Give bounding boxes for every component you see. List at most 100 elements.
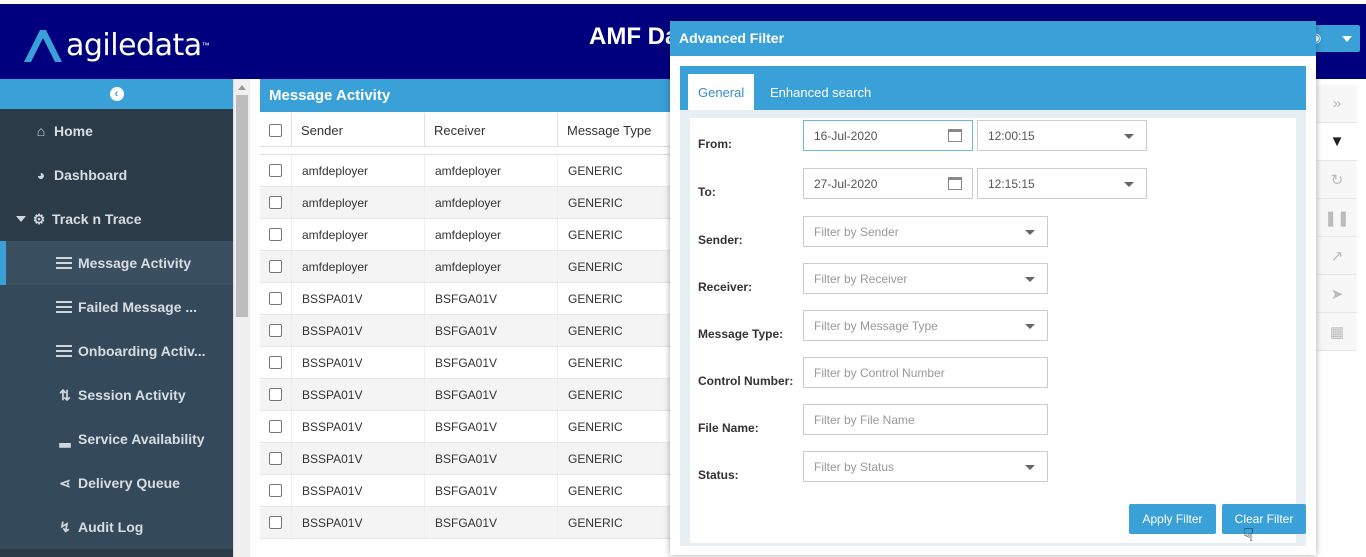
chevron-down-icon [1124,134,1134,139]
row-checkbox[interactable] [269,164,282,177]
apply-filter-button[interactable]: Apply Filter [1129,504,1216,534]
sender-placeholder: Filter by Sender [814,225,899,239]
row-select-cell [260,443,292,474]
hand-cursor-icon: ☟ [1243,525,1254,545]
row-checkbox[interactable] [269,260,282,273]
file-button[interactable]: ▦ [1317,313,1357,351]
table-row[interactable]: BSSPA01V BSFGA01V GENERIC [260,315,690,347]
expand-button[interactable]: » [1317,85,1357,123]
sidebar-item-failed-message[interactable]: Failed Message ... [0,285,233,329]
select-all-checkbox[interactable] [269,123,282,137]
tab-enhanced-search[interactable]: Enhanced search [760,74,881,110]
table-row[interactable]: BSSPA01V BSFGA01V GENERIC [260,283,690,315]
table-row[interactable]: amfdeployer amfdeployer GENERIC [260,251,690,283]
receiver-cell: BSFGA01V [425,411,558,442]
column-header-receiver[interactable]: Receiver [425,113,558,147]
chevron-left-icon: ‹ [109,87,124,101]
to-label: To: [698,185,716,199]
sidebar-item-dashboard[interactable]: ◕ Dashboard [0,153,233,197]
table-row[interactable]: BSSPA01V BSFGA01V GENERIC [260,443,690,475]
scroll-up-icon[interactable] [238,85,246,90]
export-icon: ↗ [1330,247,1344,265]
refresh-button[interactable]: ↻ [1317,161,1357,199]
sender-cell: amfdeployer [292,251,425,282]
sender-cell: amfdeployer [292,219,425,250]
chevron-down-icon [1342,36,1352,42]
row-select-cell [260,155,292,186]
message-type-select[interactable]: Filter by Message Type [803,310,1048,341]
row-select-cell [260,315,292,346]
list-icon [56,301,72,313]
file-name-input[interactable]: Filter by File Name [803,404,1048,435]
panel-title: Message Activity [260,79,690,112]
receiver-select[interactable]: Filter by Receiver [803,263,1048,294]
row-checkbox[interactable] [269,324,282,337]
row-select-cell [260,411,292,442]
sender-cell: BSSPA01V [292,347,425,378]
row-checkbox[interactable] [269,228,282,241]
row-checkbox[interactable] [269,356,282,369]
file-name-placeholder: Filter by File Name [814,413,915,427]
table-row[interactable]: BSSPA01V BSFGA01V GENERIC [260,379,690,411]
control-number-placeholder: Filter by Control Number [814,366,945,380]
agiledata-logo[interactable]: agiledata ™ [22,24,210,66]
table-row[interactable]: BSSPA01V BSFGA01V GENERIC [260,347,690,379]
control-number-input[interactable]: Filter by Control Number [803,357,1048,388]
main-scrollbar[interactable] [233,79,250,557]
receiver-cell: BSFGA01V [425,283,558,314]
sender-cell: BSSPA01V [292,283,425,314]
dashboard-icon: ◕ [36,167,46,183]
row-checkbox[interactable] [269,516,282,529]
filter-icon: ▼ [1329,133,1345,150]
sidebar-item-label: Onboarding Activ... [78,343,206,359]
sidebar-item-onboarding-activity[interactable]: Onboarding Activ... [0,329,233,373]
table-row[interactable]: amfdeployer amfdeployer GENERIC [260,155,690,187]
filter-button[interactable]: ▼ [1317,123,1357,161]
sender-cell: BSSPA01V [292,411,425,442]
table-row[interactable]: BSSPA01V BSFGA01V GENERIC [260,411,690,443]
receiver-cell: amfdeployer [425,251,558,282]
scrollbar-thumb[interactable] [236,95,248,317]
pause-button[interactable]: ❚❚ [1317,199,1357,237]
table-row[interactable]: BSSPA01V BSFGA01V GENERIC [260,475,690,507]
row-checkbox[interactable] [269,452,282,465]
sidebar-item-track-n-trace[interactable]: ⚙ Track n Trace [0,197,233,241]
sidebar-item-session-activity[interactable]: ⇅ Session Activity [0,373,233,417]
row-checkbox[interactable] [269,292,282,305]
sender-cell: amfdeployer [292,155,425,186]
to-date-input[interactable]: 27-Jul-2020 [803,168,973,199]
sidebar-collapse-button[interactable]: ‹ [0,79,233,109]
sender-cell: BSSPA01V [292,379,425,410]
calendar-icon[interactable] [948,129,962,142]
column-header-sender[interactable]: Sender [292,113,425,147]
sidebar-item-service-availability[interactable]: ▂ Service Availability [0,417,233,461]
table-row[interactable]: amfdeployer amfdeployer GENERIC [260,219,690,251]
row-checkbox[interactable] [269,420,282,433]
row-checkbox[interactable] [269,484,282,497]
table-row[interactable]: BSSPA01V BSFGA01V GENERIC [260,507,690,539]
receiver-cell: BSFGA01V [425,347,558,378]
sidebar-item-label: Session Activity [78,387,186,403]
table-row[interactable]: amfdeployer amfdeployer GENERIC [260,187,690,219]
row-select-cell [260,283,292,314]
sidebar-item-audit-log[interactable]: ↯ Audit Log [0,505,233,549]
sidebar-item-delivery-queue[interactable]: ⋖ Delivery Queue [0,461,233,505]
export-button[interactable]: ↗ [1317,237,1357,275]
forward-button[interactable]: ➤ [1317,275,1357,313]
row-checkbox[interactable] [269,388,282,401]
calendar-icon[interactable] [948,177,962,190]
sender-select[interactable]: Filter by Sender [803,216,1048,247]
clear-filter-button[interactable]: Clear Filter [1222,504,1306,534]
from-date-input[interactable]: 16-Jul-2020 [803,120,973,151]
row-checkbox[interactable] [269,196,282,209]
sidebar-item-message-activity[interactable]: Message Activity [0,241,233,285]
from-time-select[interactable]: 12:00:15 [977,120,1147,151]
row-select-cell [260,187,292,218]
status-select[interactable]: Filter by Status [803,451,1048,482]
row-select-cell [260,475,292,506]
sidebar-item-home[interactable]: ⌂ Home [0,109,233,153]
control-number-label: Control Number: [698,374,794,388]
to-time-select[interactable]: 12:15:15 [977,168,1147,199]
tab-general[interactable]: General [688,74,755,110]
row-select-cell [260,219,292,250]
